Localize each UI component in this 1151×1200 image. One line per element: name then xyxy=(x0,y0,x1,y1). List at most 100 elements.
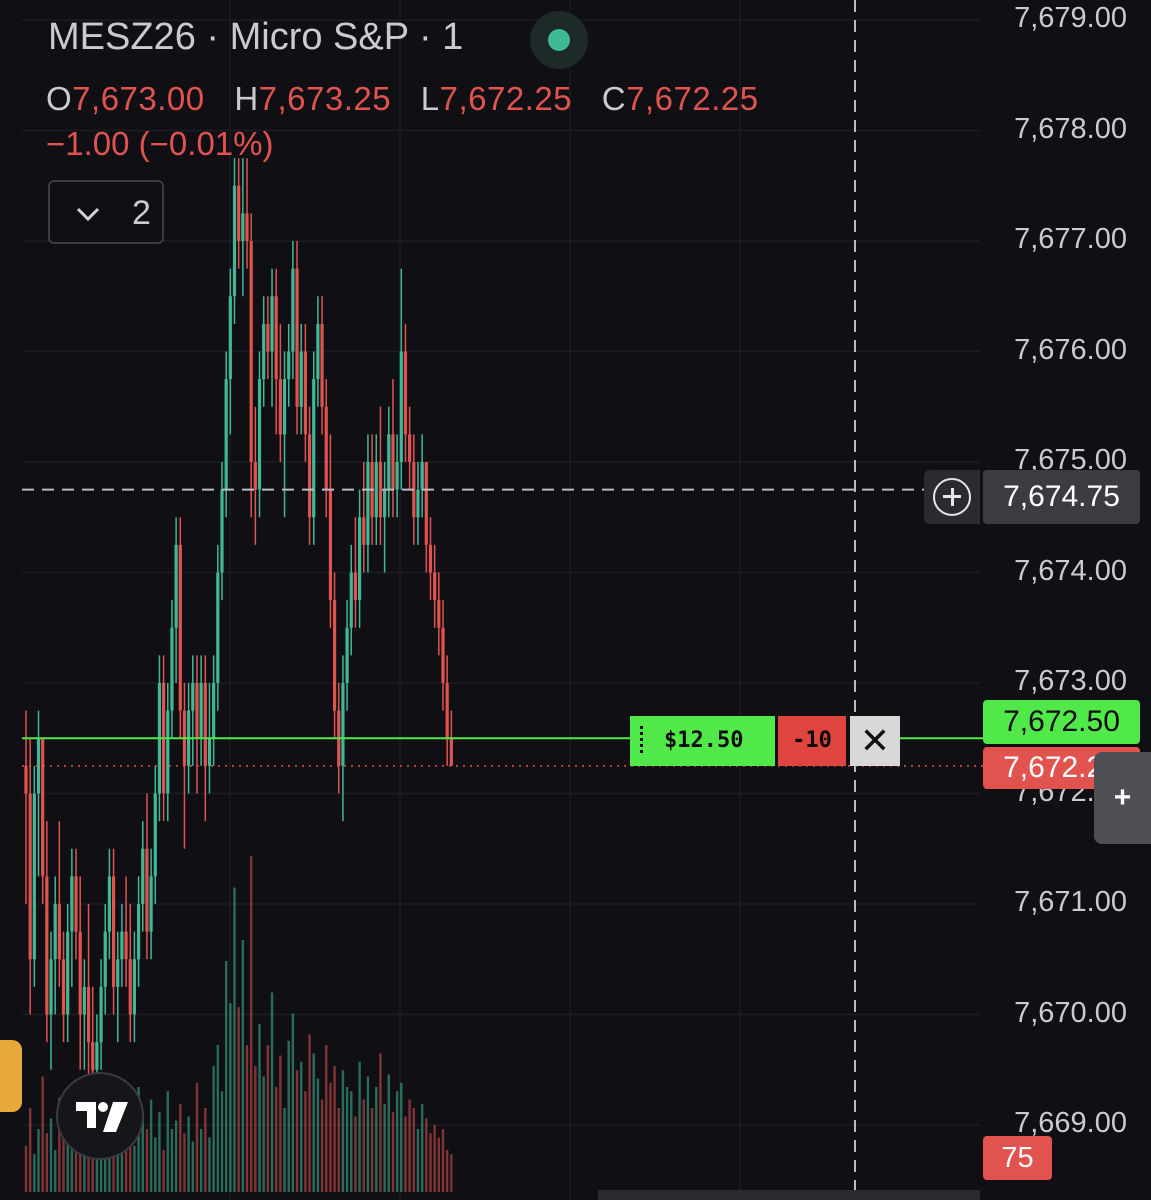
candle-body xyxy=(199,683,203,739)
candle-body xyxy=(307,434,312,518)
candle-body xyxy=(70,876,74,932)
candle-body xyxy=(399,351,403,462)
candle-body xyxy=(212,683,216,739)
candle-body xyxy=(91,1042,95,1070)
volume-bar xyxy=(320,1099,324,1192)
volume-bar xyxy=(212,1066,215,1192)
low-label: L xyxy=(420,80,440,117)
volume-bar xyxy=(429,1133,432,1192)
candle-body xyxy=(378,462,383,518)
candle-body xyxy=(245,213,249,241)
candle-body xyxy=(82,986,86,1015)
position-quantity[interactable]: -10 xyxy=(778,716,846,766)
volume-bar xyxy=(220,1091,224,1192)
candle-body xyxy=(66,931,70,1015)
volume-bar xyxy=(145,1129,149,1192)
position-price-tag: 7,672.50 xyxy=(983,700,1140,744)
volume-bar xyxy=(53,1150,57,1192)
candle-body xyxy=(132,959,137,1015)
volume-bar xyxy=(237,1007,240,1192)
market-status-icon xyxy=(530,11,588,69)
candle-body xyxy=(61,959,66,1015)
volume-bar xyxy=(158,1112,161,1192)
candle-body xyxy=(136,904,141,960)
volume-bar xyxy=(204,1108,207,1192)
high-label: H xyxy=(234,80,259,117)
candle-body xyxy=(249,241,253,462)
candle-body xyxy=(149,876,153,932)
candle-body xyxy=(207,738,212,766)
price-axis-label: 7,673.00 xyxy=(1014,665,1127,697)
indicators-collapse-button[interactable]: 2 xyxy=(48,180,164,244)
candle-body xyxy=(345,627,349,683)
candle-body xyxy=(86,986,91,1043)
candle-body xyxy=(395,462,399,490)
symbol-title[interactable]: MESZ26 · Micro S&P · 1 xyxy=(48,16,463,59)
volume-bar xyxy=(266,1045,270,1192)
candle-body xyxy=(374,462,378,518)
candle-body xyxy=(341,683,345,766)
candle-body xyxy=(220,489,224,573)
candle-body xyxy=(324,406,328,490)
close-position-button[interactable]: ✕ xyxy=(850,716,900,766)
candle-body xyxy=(320,323,324,407)
volume-bar xyxy=(362,1099,365,1192)
side-panel-handle[interactable] xyxy=(0,1040,22,1112)
candle-body xyxy=(216,572,220,683)
volume-bar xyxy=(437,1137,441,1192)
volume-bar xyxy=(166,1091,169,1192)
volume-bar xyxy=(325,1045,328,1192)
ohlc-legend: O7,673.00 H7,673.25 L7,672.25 C7,672.25 xyxy=(46,80,779,118)
volume-bar xyxy=(24,1145,28,1192)
bottom-scrollbar[interactable] xyxy=(598,1190,980,1200)
volume-bar xyxy=(229,1003,232,1192)
tradingview-logo-icon xyxy=(76,1102,128,1132)
price-chart[interactable] xyxy=(0,0,1151,1200)
volume-bar xyxy=(370,1108,374,1192)
volume-bar xyxy=(249,856,253,1192)
candle-body xyxy=(353,572,358,601)
candle-body xyxy=(332,600,337,711)
candle-body xyxy=(53,904,57,960)
volume-bar xyxy=(312,1053,315,1192)
volume-bar xyxy=(333,1066,336,1192)
volume-bar xyxy=(199,1129,203,1192)
candle-body xyxy=(287,351,291,380)
volume-bar xyxy=(412,1108,416,1192)
volume-bar xyxy=(341,1070,345,1192)
volume-bar xyxy=(345,1087,349,1192)
volume-bar xyxy=(258,1024,261,1192)
volume-bar xyxy=(337,1108,340,1192)
position-pnl-label[interactable]: $12.50 xyxy=(630,716,775,766)
tradingview-logo[interactable] xyxy=(56,1072,144,1160)
chart-grid xyxy=(22,0,980,1200)
candle-body xyxy=(195,683,199,739)
add-order-button[interactable] xyxy=(924,470,980,524)
price-change: −1.00 (−0.01%) xyxy=(46,125,274,162)
price-axis-label: 7,674.00 xyxy=(1014,554,1127,587)
candle-body xyxy=(57,904,61,960)
candle-body xyxy=(441,627,445,683)
candle-body xyxy=(49,959,53,1015)
volume-bar xyxy=(216,1045,220,1192)
candle-body xyxy=(145,848,149,932)
candle-body xyxy=(449,738,453,766)
candle-body xyxy=(274,296,278,380)
volume-bar xyxy=(375,1087,378,1192)
candle-body xyxy=(153,793,157,877)
volume-bar xyxy=(191,1141,194,1192)
candle-body xyxy=(232,185,237,297)
candle-body xyxy=(174,544,178,628)
side-plus-button[interactable]: + xyxy=(1094,752,1151,844)
open-value: 7,673.00 xyxy=(72,80,205,117)
drag-handle-icon[interactable] xyxy=(640,726,643,756)
volume-bar xyxy=(208,1137,211,1192)
volume-bar xyxy=(420,1103,424,1192)
candle-body xyxy=(303,351,307,435)
candle-body xyxy=(32,793,36,960)
volume-bar xyxy=(49,1118,53,1192)
volume-bar xyxy=(350,1091,353,1192)
candle-body xyxy=(116,959,120,987)
volume-bar xyxy=(425,1118,428,1192)
volume-bar xyxy=(400,1082,403,1192)
